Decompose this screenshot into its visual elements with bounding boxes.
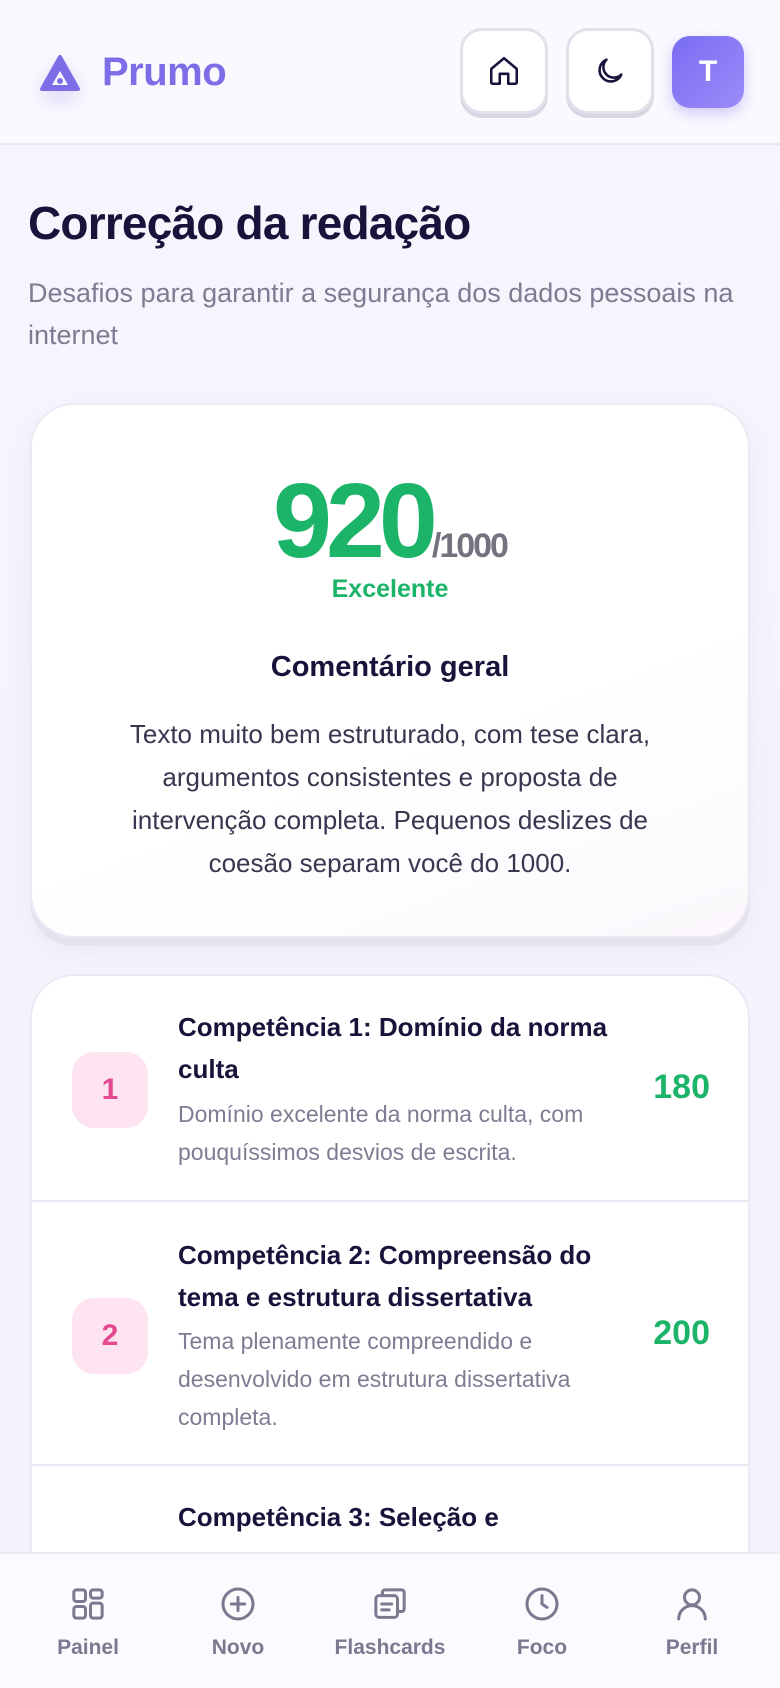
competency-row[interactable]: 2 Competência 2: Compreensão do tema e e…	[32, 1202, 748, 1466]
nav-item-painel[interactable]: Painel	[18, 1584, 158, 1660]
brand-logo[interactable]: Prumo	[38, 50, 227, 95]
comment-title: Comentário geral	[270, 651, 510, 683]
plus-circle-icon	[221, 1587, 255, 1621]
comment-text: Texto muito bem estruturado, com tese cl…	[129, 719, 651, 878]
score-value: 920	[273, 462, 438, 580]
competency-title: Competência 3: Seleção e	[178, 1502, 499, 1532]
competency-title: Competência 2: Compreensão do tema e est…	[178, 1240, 592, 1312]
score-card: 920/1000 Excelente Comentário geral Text…	[30, 403, 750, 938]
home-icon	[489, 56, 519, 86]
score-display: 920/1000	[32, 461, 748, 582]
nav-item-flashcards[interactable]: Flashcards	[320, 1584, 460, 1660]
page-title: Correção da redação	[28, 197, 471, 249]
avatar[interactable]: T	[672, 36, 744, 108]
nav-label: Foco	[516, 1636, 568, 1659]
home-button[interactable]	[460, 28, 548, 114]
nav-item-novo[interactable]: Novo	[168, 1584, 308, 1660]
clock-icon	[525, 1587, 559, 1621]
nav-label: Perfil	[665, 1636, 719, 1659]
competency-description: Tema plenamente compreendido e desenvolv…	[178, 1328, 571, 1430]
nav-label: Flashcards	[334, 1636, 446, 1659]
theme-toggle-button[interactable]	[566, 28, 654, 114]
user-icon	[677, 1588, 707, 1621]
brand-name: Prumo	[102, 50, 227, 94]
bottom-nav: Painel Novo Flashcards Foco Perfil	[0, 1552, 780, 1688]
triangle-logo-icon	[40, 54, 80, 91]
moon-icon	[598, 58, 623, 83]
score-rating: Excelente	[331, 575, 449, 603]
competency-description: Domínio excelente da norma culta, com po…	[178, 1101, 584, 1165]
nav-item-foco[interactable]: Foco	[472, 1584, 612, 1660]
grid-icon	[72, 1588, 104, 1620]
competency-score: 180	[653, 1068, 710, 1106]
app-header: Prumo T	[0, 0, 780, 145]
nav-label: Novo	[211, 1636, 265, 1659]
competency-title: Competência 1: Domínio da norma culta	[178, 1012, 608, 1084]
competency-number-badge: 2	[72, 1298, 148, 1374]
nav-label: Painel	[57, 1636, 119, 1659]
competency-score: 200	[653, 1314, 710, 1352]
competency-number-badge: 1	[72, 1052, 148, 1128]
nav-item-perfil[interactable]: Perfil	[622, 1584, 762, 1660]
cards-icon	[374, 1588, 406, 1619]
page-subtitle: Desafios para garantir a segurança dos d…	[28, 278, 734, 350]
competency-row[interactable]: 1 Competência 1: Domínio da norma culta …	[32, 976, 748, 1202]
score-max: /1000	[431, 527, 509, 565]
